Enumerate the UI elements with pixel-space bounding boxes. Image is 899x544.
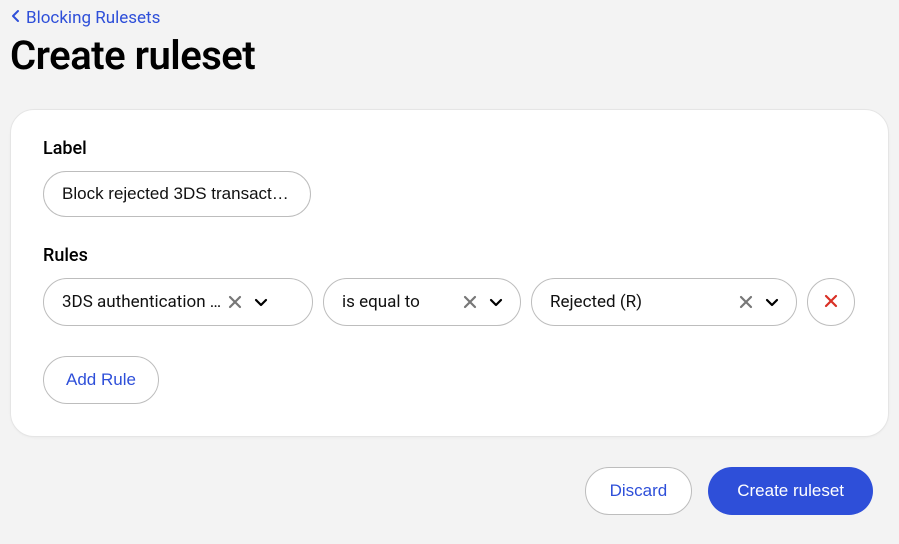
rules-section-heading: Rules <box>43 245 856 266</box>
label-section-heading: Label <box>43 138 856 159</box>
rule-field-select[interactable]: 3DS authentication … <box>43 278 313 326</box>
rule-operator-select[interactable]: is equal to <box>323 278 521 326</box>
create-ruleset-button[interactable]: Create ruleset <box>708 467 873 515</box>
rule-field-value: 3DS authentication … <box>62 292 221 312</box>
add-rule-button[interactable]: Add Rule <box>43 356 159 404</box>
page-title: Create ruleset <box>10 32 889 79</box>
breadcrumb-label: Blocking Rulesets <box>26 8 160 28</box>
ruleset-label-input[interactable] <box>43 171 311 217</box>
ruleset-card: Label Rules 3DS authentication … is equa… <box>10 109 889 437</box>
discard-button[interactable]: Discard <box>585 467 693 515</box>
delete-rule-button[interactable] <box>807 278 855 326</box>
close-icon <box>823 293 839 312</box>
chevron-down-icon <box>486 292 506 312</box>
chevron-down-icon <box>762 292 782 312</box>
rule-value-select[interactable]: Rejected (R) <box>531 278 797 326</box>
rule-row: 3DS authentication … is equal to <box>43 278 856 326</box>
rule-value-value: Rejected (R) <box>550 292 732 312</box>
breadcrumb-back[interactable]: Blocking Rulesets <box>10 8 160 28</box>
clear-field-icon[interactable] <box>225 292 245 312</box>
chevron-left-icon <box>10 8 22 28</box>
chevron-down-icon <box>251 292 271 312</box>
clear-value-icon[interactable] <box>736 292 756 312</box>
rule-operator-value: is equal to <box>342 292 456 312</box>
clear-operator-icon[interactable] <box>460 292 480 312</box>
footer-actions: Discard Create ruleset <box>10 467 889 515</box>
